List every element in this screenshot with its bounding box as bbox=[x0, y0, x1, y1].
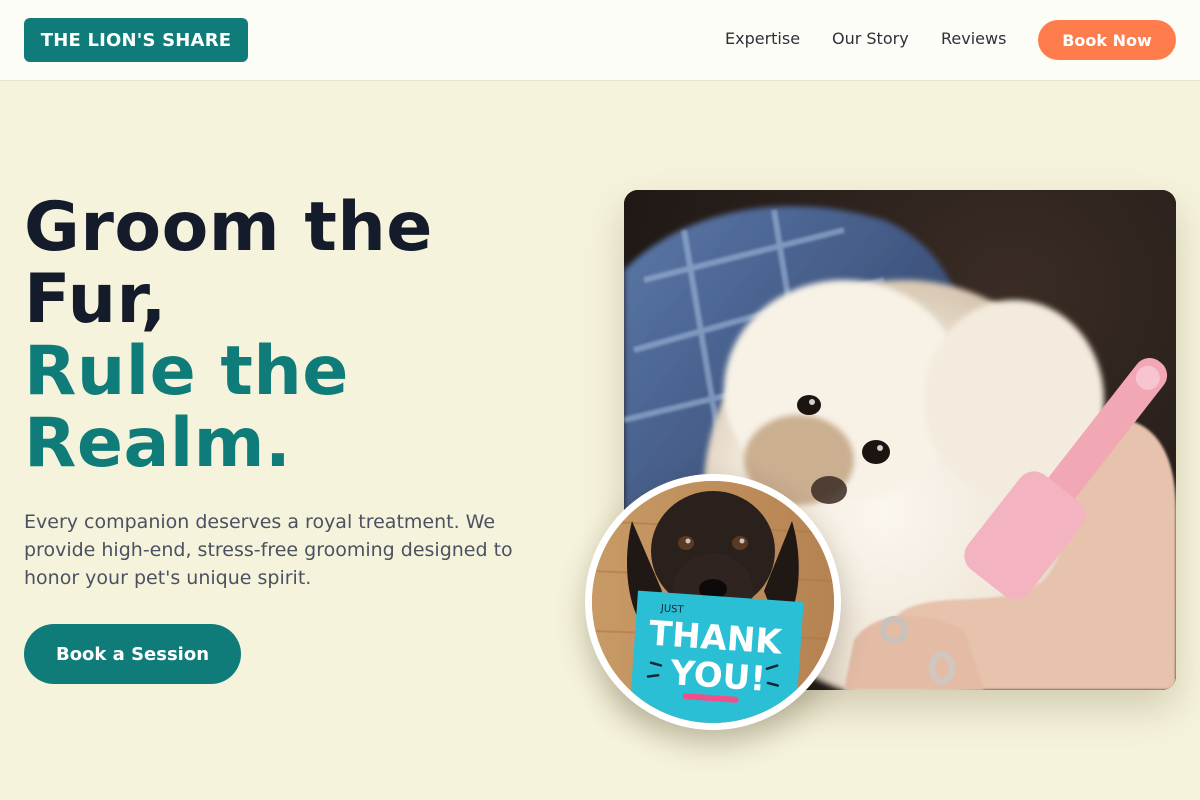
site-header: THE LION'S SHARE Expertise Our Story Rev… bbox=[0, 0, 1200, 81]
nav-link-reviews[interactable]: Reviews bbox=[941, 29, 1006, 49]
hero-title: Groom the Fur, Rule the Realm. bbox=[24, 192, 584, 480]
hero-title-line3: Rule the bbox=[24, 332, 349, 411]
hero-title-line1: Groom the bbox=[24, 188, 433, 267]
book-now-button[interactable]: Book Now bbox=[1038, 20, 1176, 60]
hero-description: Every companion deserves a royal treatme… bbox=[24, 511, 513, 589]
thank-you-dog-illustration: JUST THANK YOU! bbox=[592, 481, 834, 723]
logo[interactable]: THE LION'S SHARE bbox=[24, 18, 248, 62]
card-you-text: YOU! bbox=[668, 653, 767, 700]
hero-title-line2: Fur, bbox=[24, 260, 167, 339]
book-session-button[interactable]: Book a Session bbox=[24, 624, 241, 684]
hero-round-image: JUST THANK YOU! bbox=[585, 474, 841, 730]
nav-link-expertise[interactable]: Expertise bbox=[725, 29, 800, 49]
hero-title-line4: Realm. bbox=[24, 404, 292, 483]
nav-link-our-story[interactable]: Our Story bbox=[832, 29, 909, 49]
